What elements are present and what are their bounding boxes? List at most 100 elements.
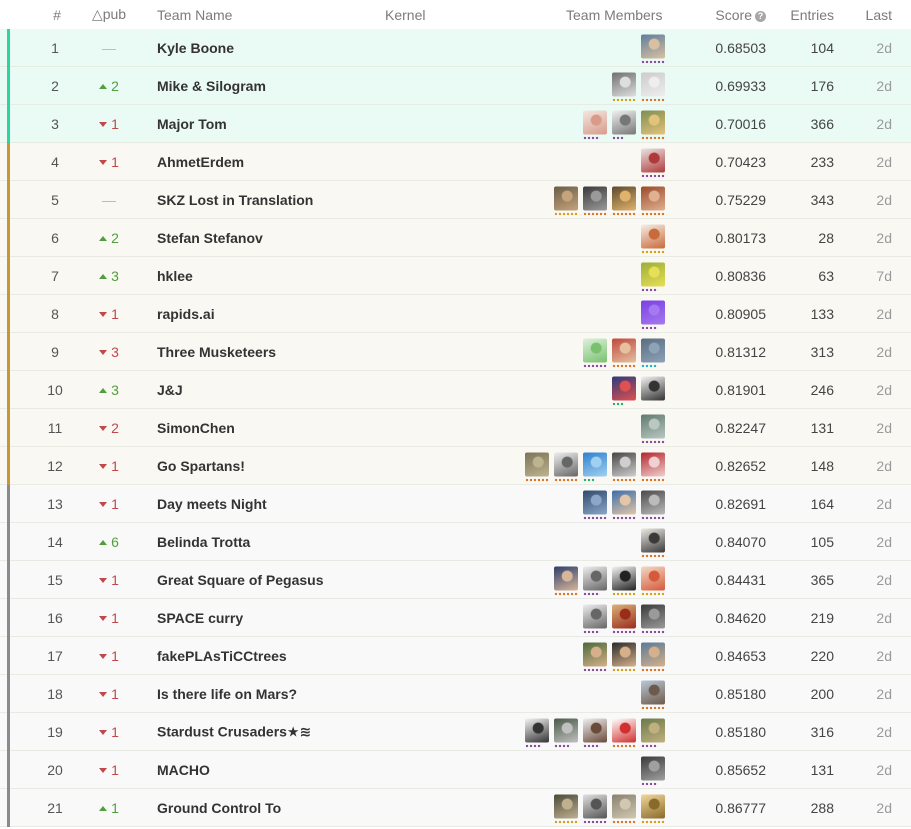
member-avatar[interactable] bbox=[641, 300, 665, 329]
member-avatar[interactable] bbox=[641, 718, 665, 747]
member-avatar[interactable] bbox=[612, 642, 636, 671]
header-kernel[interactable]: Kernel bbox=[385, 7, 425, 23]
member-avatar[interactable] bbox=[583, 718, 607, 747]
header-rank[interactable]: # bbox=[32, 7, 82, 23]
leaderboard-row[interactable]: 18 1 Is there life on Mars? 0.85180 200 2d bbox=[0, 675, 911, 713]
member-avatar[interactable] bbox=[583, 566, 607, 595]
leaderboard-row[interactable]: 2 2 Mike & Silogram 0.69933 176 2d bbox=[0, 67, 911, 105]
member-avatar[interactable] bbox=[612, 718, 636, 747]
member-avatar[interactable] bbox=[641, 680, 665, 709]
member-avatar[interactable] bbox=[641, 376, 665, 403]
team-name[interactable]: Belinda Trotta bbox=[157, 534, 250, 550]
member-avatar[interactable] bbox=[525, 718, 549, 747]
member-avatar[interactable] bbox=[554, 452, 578, 481]
member-avatar[interactable] bbox=[612, 110, 636, 139]
team-name[interactable]: Day meets Night bbox=[157, 496, 267, 512]
team-name[interactable]: Three Musketeers bbox=[157, 344, 276, 360]
member-avatar[interactable] bbox=[641, 528, 665, 557]
header-team-members[interactable]: Team Members bbox=[566, 7, 662, 23]
leaderboard-row[interactable]: 11 2 SimonChen 0.82247 131 2d bbox=[0, 409, 911, 447]
leaderboard-row[interactable]: 15 1 Great Square of Pegasus 0.84431 365 2d bbox=[0, 561, 911, 599]
leaderboard-row[interactable]: 16 1 SPACE curry 0.84620 219 2d bbox=[0, 599, 911, 637]
member-avatar[interactable] bbox=[583, 452, 607, 481]
member-avatar[interactable] bbox=[641, 414, 665, 443]
member-avatar[interactable] bbox=[554, 794, 578, 823]
member-avatar[interactable] bbox=[641, 604, 665, 633]
member-avatar[interactable] bbox=[641, 72, 665, 101]
member-avatar[interactable] bbox=[612, 186, 636, 215]
member-avatar[interactable] bbox=[641, 186, 665, 215]
leaderboard-row[interactable]: 4 1 AhmetErdem 0.70423 233 2d bbox=[0, 143, 911, 181]
member-avatar[interactable] bbox=[554, 186, 578, 215]
team-name[interactable]: Is there life on Mars? bbox=[157, 686, 297, 702]
member-avatar[interactable] bbox=[612, 490, 636, 519]
member-avatar[interactable] bbox=[641, 490, 665, 519]
team-name[interactable]: rapids.ai bbox=[157, 306, 215, 322]
member-avatar[interactable] bbox=[641, 756, 665, 785]
member-avatar[interactable] bbox=[612, 376, 636, 405]
member-avatar[interactable] bbox=[612, 566, 636, 595]
member-avatar[interactable] bbox=[583, 794, 607, 823]
leaderboard-row[interactable]: 13 1 Day meets Night 0.82691 164 2d bbox=[0, 485, 911, 523]
team-name[interactable]: J&J bbox=[157, 382, 183, 398]
member-avatar[interactable] bbox=[612, 604, 636, 633]
team-name[interactable]: Major Tom bbox=[157, 116, 227, 132]
member-avatar[interactable] bbox=[583, 110, 607, 139]
header-last[interactable]: Last bbox=[850, 7, 892, 23]
member-avatar[interactable] bbox=[612, 72, 636, 101]
member-avatar[interactable] bbox=[641, 262, 665, 291]
member-avatar[interactable] bbox=[641, 34, 665, 63]
leaderboard-row[interactable]: 8 1 rapids.ai 0.80905 133 2d bbox=[0, 295, 911, 333]
leaderboard-row[interactable]: 19 1 Stardust Crusaders★≋ 0.85180 316 2d bbox=[0, 713, 911, 751]
leaderboard-row[interactable]: 7 3 hklee 0.80836 63 7d bbox=[0, 257, 911, 295]
leaderboard-row[interactable]: 3 1 Major Tom 0.70016 366 2d bbox=[0, 105, 911, 143]
member-avatar[interactable] bbox=[641, 794, 665, 823]
leaderboard-row[interactable]: 17 1 fakePLAsTiCCtrees 0.84653 220 2d bbox=[0, 637, 911, 675]
leaderboard-row[interactable]: 6 2 Stefan Stefanov 0.80173 28 2d bbox=[0, 219, 911, 257]
leaderboard-row[interactable]: 12 1 Go Spartans! 0.82652 148 2d bbox=[0, 447, 911, 485]
team-name[interactable]: Go Spartans! bbox=[157, 458, 245, 474]
member-avatar[interactable] bbox=[554, 718, 578, 747]
member-avatar[interactable] bbox=[583, 642, 607, 671]
leaderboard-row[interactable]: 1 — Kyle Boone 0.68503 104 2d bbox=[0, 29, 911, 67]
member-avatar[interactable] bbox=[583, 490, 607, 519]
member-avatar[interactable] bbox=[641, 338, 665, 367]
leaderboard-row[interactable]: 21 1 Ground Control To 0.86777 288 2d bbox=[0, 789, 911, 827]
team-name[interactable]: fakePLAsTiCCtrees bbox=[157, 648, 287, 664]
team-name[interactable]: Stefan Stefanov bbox=[157, 230, 263, 246]
member-avatar[interactable] bbox=[612, 794, 636, 823]
leaderboard-row[interactable]: 9 3 Three Musketeers 0.81312 313 2d bbox=[0, 333, 911, 371]
team-name[interactable]: SimonChen bbox=[157, 420, 235, 436]
team-name[interactable]: hklee bbox=[157, 268, 193, 284]
member-avatar[interactable] bbox=[525, 452, 549, 481]
header-entries[interactable]: Entries bbox=[780, 7, 834, 23]
member-avatar[interactable] bbox=[612, 452, 636, 481]
header-delta-pub[interactable]: △pub bbox=[80, 6, 138, 23]
member-avatar[interactable] bbox=[641, 224, 665, 253]
team-name[interactable]: Stardust Crusaders★≋ bbox=[157, 723, 311, 740]
team-name[interactable]: Mike & Silogram bbox=[157, 78, 266, 94]
team-name[interactable]: SPACE curry bbox=[157, 610, 243, 626]
header-team-name[interactable]: Team Name bbox=[157, 7, 232, 23]
member-avatar[interactable] bbox=[641, 148, 665, 177]
header-score[interactable]: Score? bbox=[690, 7, 766, 23]
leaderboard-row[interactable]: 5 — SKZ Lost in Translation 0.75229 343 2d bbox=[0, 181, 911, 219]
member-avatar[interactable] bbox=[641, 566, 665, 595]
team-name[interactable]: SKZ Lost in Translation bbox=[157, 192, 313, 208]
leaderboard-row[interactable]: 10 3 J&J 0.81901 246 2d bbox=[0, 371, 911, 409]
leaderboard-row[interactable]: 20 1 MACHO 0.85652 131 2d bbox=[0, 751, 911, 789]
member-avatar[interactable] bbox=[583, 604, 607, 633]
team-name[interactable]: Kyle Boone bbox=[157, 40, 234, 56]
member-avatar[interactable] bbox=[583, 338, 607, 367]
member-avatar[interactable] bbox=[583, 186, 607, 215]
team-name[interactable]: Ground Control To bbox=[157, 800, 281, 816]
team-name[interactable]: Great Square of Pegasus bbox=[157, 572, 324, 588]
member-avatar[interactable] bbox=[641, 642, 665, 671]
team-name[interactable]: MACHO bbox=[157, 762, 210, 778]
leaderboard-row[interactable]: 14 6 Belinda Trotta 0.84070 105 2d bbox=[0, 523, 911, 561]
member-avatar[interactable] bbox=[554, 566, 578, 595]
help-icon[interactable]: ? bbox=[755, 10, 766, 22]
member-avatar[interactable] bbox=[641, 110, 665, 139]
member-avatar[interactable] bbox=[612, 338, 636, 367]
team-name[interactable]: AhmetErdem bbox=[157, 154, 244, 170]
